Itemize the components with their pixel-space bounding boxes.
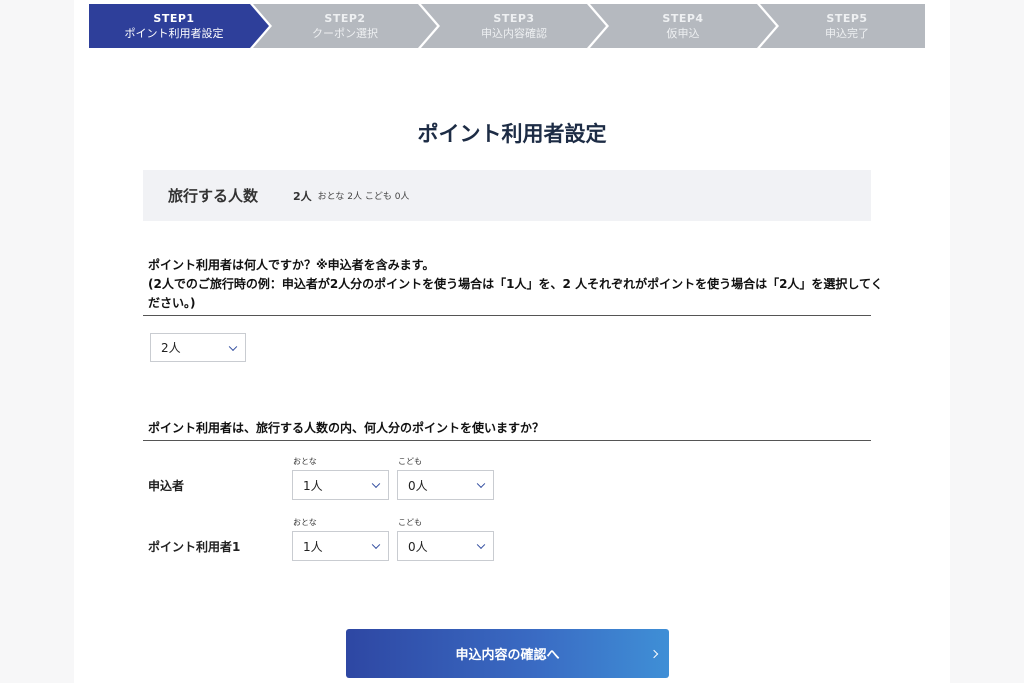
child-label: こども	[398, 518, 422, 527]
step-name: 仮申込	[666, 26, 700, 40]
applicant-adult-select[interactable]: 1人	[292, 470, 389, 500]
applicant-child-select[interactable]: 0人	[397, 470, 494, 500]
question2-text: ポイント利用者は、旅行する人数の内、何人分のポイントを使いますか？	[148, 421, 545, 435]
confirm-button-label: 申込内容の確認へ	[455, 648, 560, 663]
step-name: 申込完了	[825, 26, 869, 40]
question1-text: ポイント利用者は何人ですか？※申込者を含みます。 (2人でのご旅行時の例：申込者…	[148, 256, 883, 313]
question1-line3: ださい。)	[148, 296, 196, 310]
page-title: ポイント利用者設定	[417, 122, 607, 146]
confirm-application-button[interactable]: 申込内容の確認へ	[346, 629, 669, 678]
adult-label: おとな	[293, 457, 317, 466]
step-1: STEP1 ポイント利用者設定	[89, 4, 259, 48]
step-name: クーポン選択	[312, 26, 378, 40]
question1-line1: ポイント利用者は何人ですか？※申込者を含みます。	[148, 258, 435, 272]
divider	[143, 315, 871, 316]
party-detail: おとな 2人 こども 0人	[317, 192, 410, 202]
applicant-label: 申込者	[148, 479, 185, 493]
party-summary: 旅行する人数 2人 おとな 2人 こども 0人	[143, 170, 871, 221]
step-number: STEP4	[662, 11, 704, 25]
chevron-right-icon	[649, 649, 659, 658]
party-label: 旅行する人数	[168, 187, 259, 205]
step-5: STEP5 申込完了	[769, 4, 925, 48]
point-user1-label: ポイント利用者1	[148, 540, 241, 554]
adult-label: おとな	[293, 518, 317, 527]
step-number: STEP3	[493, 11, 535, 25]
select-value: 1人	[303, 539, 323, 554]
select-value: 0人	[408, 539, 428, 554]
chevron-down-icon	[371, 479, 381, 489]
divider	[143, 440, 871, 441]
step-number: STEP1	[153, 11, 195, 25]
point-user-count-select[interactable]: 2人	[150, 333, 246, 362]
select-value: 2人	[161, 341, 181, 355]
child-label: こども	[398, 457, 422, 466]
chevron-down-icon	[476, 479, 486, 489]
step-number: STEP2	[324, 11, 366, 25]
point-user1-adult-select[interactable]: 1人	[292, 531, 389, 561]
step-number: STEP5	[826, 11, 868, 25]
party-total: 2人	[293, 189, 312, 203]
chevron-down-icon	[228, 342, 238, 351]
question1-line2: (2人でのご旅行時の例：申込者が2人分のポイントを使う場合は「1人」を、2 人そ…	[148, 277, 883, 291]
progress-stepper: STEP1 ポイント利用者設定 STEP2 クーポン選択 STEP3 申込内容確…	[89, 4, 925, 48]
step-3: STEP3 申込内容確認	[430, 4, 598, 48]
chevron-down-icon	[371, 540, 381, 550]
select-value: 1人	[303, 478, 323, 493]
step-2: STEP2 クーポン選択	[261, 4, 429, 48]
step-4: STEP4 仮申込	[599, 4, 767, 48]
point-user1-child-select[interactable]: 0人	[397, 531, 494, 561]
select-value: 0人	[408, 478, 428, 493]
chevron-down-icon	[476, 540, 486, 550]
step-name: ポイント利用者設定	[124, 26, 224, 40]
step-name: 申込内容確認	[481, 26, 547, 40]
